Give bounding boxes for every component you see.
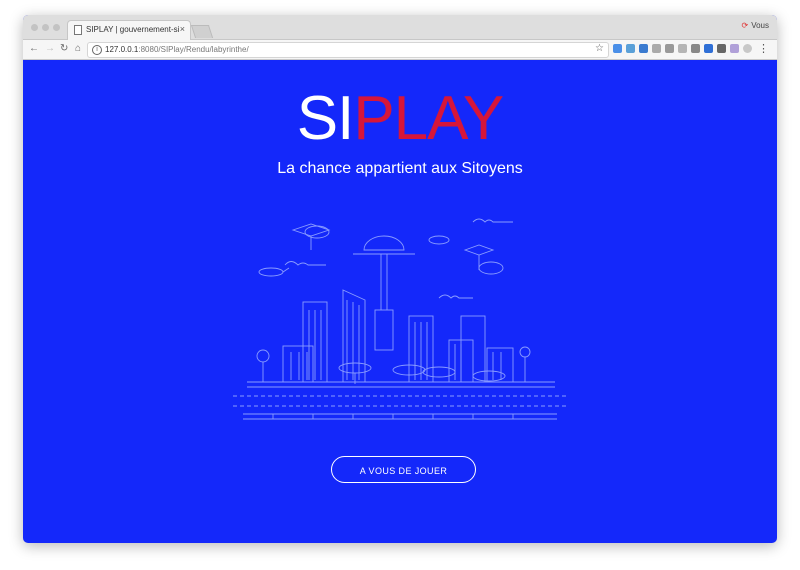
address-bar[interactable]: i 127.0.0.1:8080/SIPlay/Rendu/labyrinthe… (87, 42, 609, 58)
extension-icon[interactable] (626, 44, 635, 53)
extension-icon[interactable] (652, 44, 661, 53)
reload-icon[interactable]: ↻ (60, 43, 68, 55)
forward-icon[interactable]: → (45, 43, 55, 55)
extension-icon[interactable] (665, 44, 674, 53)
extension-icon[interactable] (704, 44, 713, 53)
maximize-window-button[interactable] (53, 24, 60, 31)
extension-icon[interactable] (678, 44, 687, 53)
menu-icon[interactable]: ⋮ (758, 42, 769, 55)
page-content: SIPLAY La chance appartient aux Sitoyens (23, 60, 777, 543)
extension-translate-icon[interactable] (613, 44, 622, 53)
profile-icon: ⟳ (741, 21, 749, 30)
minimize-window-button[interactable] (42, 24, 49, 31)
profile-name: Vous (751, 21, 769, 30)
bookmark-star-icon[interactable]: ☆ (595, 43, 604, 54)
play-button[interactable]: A VOUS DE JOUER (331, 456, 476, 483)
tagline: La chance appartient aux Sitoyens (277, 160, 523, 177)
close-tab-icon[interactable]: × (180, 24, 185, 34)
home-icon[interactable]: ⌂ (75, 43, 81, 55)
code-icon[interactable] (691, 44, 700, 53)
city-illustration (233, 218, 567, 420)
tab-title: SIPLAY | gouvernement-si (86, 25, 180, 34)
extension-screenshot-icon[interactable] (639, 44, 648, 53)
info-icon[interactable]: i (92, 45, 102, 55)
url-text: 127.0.0.1:8080/SIPlay/Rendu/labyrinthe/ (105, 45, 249, 54)
siplay-logo: SIPLAY (296, 84, 505, 153)
browser-toolbar: ← → ↻ ⌂ i 127.0.0.1:8080/SIPlay/Rendu/la… (23, 40, 777, 60)
close-window-button[interactable] (31, 24, 38, 31)
profile-button[interactable]: ⟳ Vous (742, 21, 770, 30)
new-tab-button[interactable] (190, 25, 214, 38)
back-icon[interactable]: ← (29, 43, 39, 55)
tab-bar: SIPLAY | gouvernement-si × ⟳ Vous (23, 15, 777, 40)
tab-siplay[interactable]: SIPLAY | gouvernement-si × (67, 20, 191, 40)
extension-icon[interactable] (730, 44, 739, 53)
avatar-icon[interactable] (743, 44, 752, 53)
eye-icon[interactable] (717, 44, 726, 53)
document-icon (74, 25, 82, 35)
browser-window: SIPLAY | gouvernement-si × ⟳ Vous ← → ↻ ⌂… (23, 15, 777, 543)
